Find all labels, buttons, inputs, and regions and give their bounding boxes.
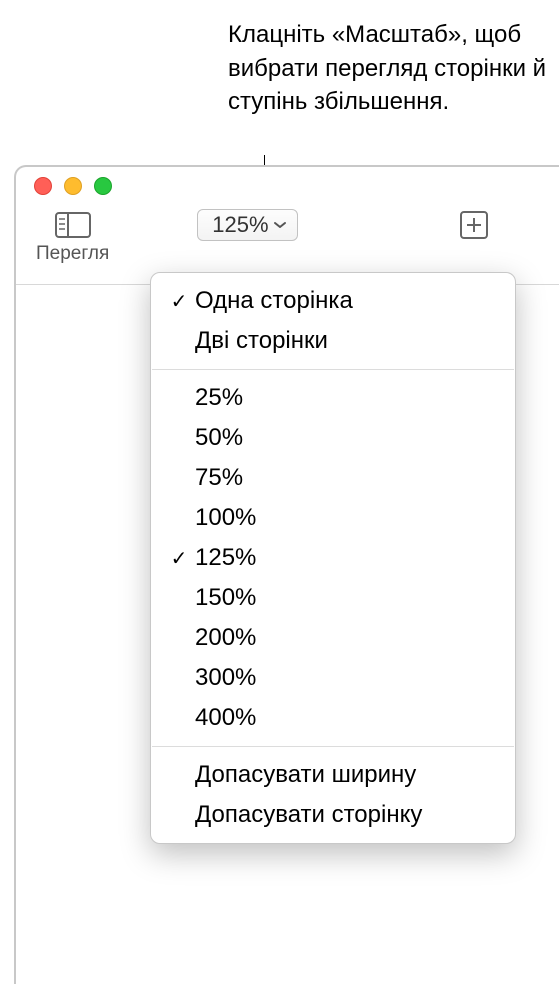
menu-item-label: 200% bbox=[195, 624, 256, 652]
menu-item-fit-page[interactable]: Допасувати сторінку bbox=[151, 795, 515, 835]
menu-item-zoom-50[interactable]: 50% bbox=[151, 418, 515, 458]
view-button[interactable] bbox=[51, 209, 95, 241]
menu-item-label: 25% bbox=[195, 384, 243, 412]
callout-text: Клацніть «Масштаб», щоб вибрати перегляд… bbox=[228, 18, 553, 119]
plus-box-icon bbox=[459, 210, 489, 240]
menu-item-one-page[interactable]: ✓ Одна сторінка bbox=[151, 281, 515, 321]
toolbar: Перегля 125% bbox=[16, 205, 559, 265]
menu-item-zoom-150[interactable]: 150% bbox=[151, 578, 515, 618]
toolbar-item-zoom: 125% bbox=[197, 209, 297, 241]
menu-item-label: Допасувати сторінку bbox=[195, 801, 422, 829]
sidebar-icon bbox=[55, 212, 91, 238]
checkmark-icon: ✓ bbox=[163, 289, 195, 314]
window-close-button[interactable] bbox=[34, 177, 52, 195]
menu-item-label: 150% bbox=[195, 584, 256, 612]
menu-item-zoom-200[interactable]: 200% bbox=[151, 618, 515, 658]
zoom-dropdown-menu: ✓ Одна сторінка Дві сторінки 25% 50% 75%… bbox=[150, 272, 516, 844]
window-minimize-button[interactable] bbox=[64, 177, 82, 195]
checkmark-icon: ✓ bbox=[163, 546, 195, 571]
menu-separator bbox=[152, 746, 514, 747]
toolbar-item-add bbox=[452, 209, 496, 241]
zoom-dropdown-button[interactable]: 125% bbox=[197, 209, 297, 241]
menu-item-zoom-300[interactable]: 300% bbox=[151, 658, 515, 698]
menu-item-zoom-400[interactable]: 400% bbox=[151, 698, 515, 738]
window-titlebar bbox=[16, 167, 559, 205]
view-label: Перегля bbox=[36, 243, 109, 265]
menu-item-zoom-125[interactable]: ✓ 125% bbox=[151, 538, 515, 578]
zoom-value: 125% bbox=[212, 212, 268, 238]
menu-item-label: 50% bbox=[195, 424, 243, 452]
menu-item-label: Допасувати ширину bbox=[195, 761, 416, 789]
menu-item-label: 400% bbox=[195, 704, 256, 732]
menu-item-zoom-100[interactable]: 100% bbox=[151, 498, 515, 538]
menu-item-fit-width[interactable]: Допасувати ширину bbox=[151, 755, 515, 795]
app-window: Перегля 125% bbox=[14, 165, 559, 984]
menu-item-two-pages[interactable]: Дві сторінки bbox=[151, 321, 515, 361]
menu-item-label: 300% bbox=[195, 664, 256, 692]
chevron-down-icon bbox=[273, 221, 287, 229]
menu-item-label: 125% bbox=[195, 544, 256, 572]
add-page-button[interactable] bbox=[452, 209, 496, 241]
menu-separator bbox=[152, 369, 514, 370]
menu-item-zoom-25[interactable]: 25% bbox=[151, 378, 515, 418]
menu-item-label: 100% bbox=[195, 504, 256, 532]
toolbar-item-view: Перегля bbox=[36, 209, 109, 265]
menu-item-label: Одна сторінка bbox=[195, 287, 353, 315]
menu-item-label: Дві сторінки bbox=[195, 327, 328, 355]
window-maximize-button[interactable] bbox=[94, 177, 112, 195]
menu-item-zoom-75[interactable]: 75% bbox=[151, 458, 515, 498]
menu-item-label: 75% bbox=[195, 464, 243, 492]
